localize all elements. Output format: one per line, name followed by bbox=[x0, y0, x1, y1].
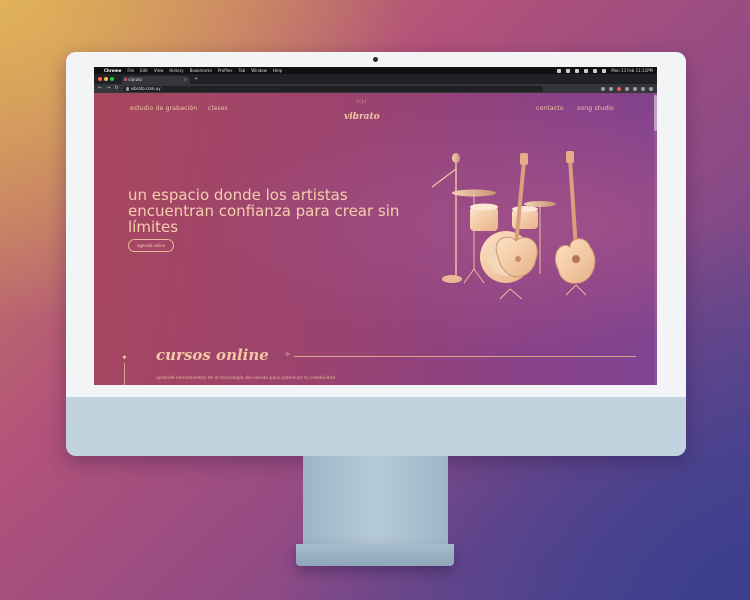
battery-icon[interactable] bbox=[575, 68, 580, 73]
puzzle-icon[interactable] bbox=[633, 86, 637, 91]
address-bar[interactable]: vibrato.com.uy bbox=[122, 85, 543, 92]
vertical-divider bbox=[124, 363, 125, 385]
close-tab-icon[interactable]: × bbox=[184, 76, 187, 84]
screen: Chrome File Edit View History Bookmarks … bbox=[94, 67, 657, 385]
nav-link-studio[interactable]: estudio de grabación bbox=[130, 105, 197, 112]
window-controls bbox=[98, 77, 114, 81]
extension-icon[interactable] bbox=[601, 86, 605, 91]
menu-file[interactable]: File bbox=[127, 67, 134, 74]
status-icon[interactable] bbox=[566, 68, 571, 73]
minimize-window-icon[interactable] bbox=[104, 77, 108, 81]
menu-tab[interactable]: Tab bbox=[238, 67, 245, 74]
menubar-app-name[interactable]: Chrome bbox=[104, 67, 121, 74]
search-icon[interactable] bbox=[593, 68, 598, 73]
section-divider bbox=[294, 356, 636, 357]
menu-profiles[interactable]: Profiles bbox=[218, 67, 233, 74]
hero-title: un espacio donde los artistas encuentran… bbox=[128, 186, 400, 236]
lock-icon[interactable] bbox=[125, 86, 129, 91]
instruments-illustration bbox=[431, 151, 596, 300]
browser-tabbar: vibrato × + bbox=[94, 74, 657, 84]
menu-window[interactable]: Window bbox=[251, 67, 267, 74]
menu-help[interactable]: Help bbox=[273, 67, 282, 74]
zoom-window-icon[interactable] bbox=[110, 77, 114, 81]
menu-bookmarks[interactable]: Bookmarks bbox=[190, 67, 212, 74]
nav-link-contact[interactable]: contacto bbox=[536, 105, 564, 112]
page-scrollbar[interactable] bbox=[654, 93, 657, 385]
menu-view[interactable]: View bbox=[154, 67, 164, 74]
close-window-icon[interactable] bbox=[98, 77, 102, 81]
imac-bezel: Chrome File Edit View History Bookmarks … bbox=[66, 52, 686, 397]
tab-title: vibrato bbox=[128, 77, 143, 82]
profile-avatar[interactable] bbox=[641, 86, 645, 91]
new-tab-button[interactable]: + bbox=[194, 76, 198, 82]
control-center-icon[interactable] bbox=[602, 68, 607, 73]
extensions-area bbox=[601, 86, 653, 91]
website-page: estudio de grabación clases contacto son… bbox=[94, 93, 657, 385]
status-area: Mon 13 Feb 11:11PM bbox=[557, 67, 653, 74]
sparkle-icon: ✦ bbox=[121, 353, 128, 362]
section-title-online-courses: cursos online bbox=[156, 346, 269, 364]
extension-icon[interactable] bbox=[617, 86, 621, 91]
extension-icon[interactable] bbox=[625, 86, 629, 91]
forward-button[interactable]: → bbox=[106, 84, 110, 93]
logo-waves: (((( bbox=[356, 99, 367, 104]
book-online-button[interactable]: agendá online bbox=[128, 239, 175, 252]
macos-menubar: Chrome File Edit View History Bookmarks … bbox=[94, 67, 657, 74]
back-button[interactable]: ← bbox=[98, 84, 102, 93]
logo-text: vibrato bbox=[344, 112, 380, 122]
section-subtitle: aprendé herramientas de la tecnología de… bbox=[156, 376, 336, 381]
address-bar-url: vibrato.com.uy bbox=[130, 85, 161, 91]
scrollbar-thumb[interactable] bbox=[654, 95, 657, 131]
camera-dot bbox=[373, 57, 378, 62]
sparkle-icon: ✧ bbox=[284, 350, 291, 359]
browser-tab[interactable]: vibrato × bbox=[122, 76, 190, 84]
reload-button[interactable]: ↻ bbox=[114, 84, 118, 93]
favicon-icon bbox=[124, 78, 127, 81]
menu-edit[interactable]: Edit bbox=[140, 67, 148, 74]
status-icon[interactable] bbox=[557, 68, 562, 73]
kebab-menu-icon[interactable] bbox=[649, 86, 653, 91]
imac-body: Chrome File Edit View History Bookmarks … bbox=[66, 52, 686, 456]
nav-link-classes[interactable]: clases bbox=[208, 105, 228, 112]
extension-icon[interactable] bbox=[609, 86, 613, 91]
site-logo[interactable]: (((( vibrato bbox=[344, 99, 380, 123]
browser-toolbar: ← → ↻ vibrato.com.uy bbox=[94, 84, 657, 93]
wifi-icon[interactable] bbox=[584, 68, 589, 73]
menu-history[interactable]: History bbox=[169, 67, 183, 74]
nav-link-song-studio[interactable]: song studio bbox=[577, 105, 614, 112]
menubar-clock[interactable]: Mon 13 Feb 11:11PM bbox=[611, 67, 653, 74]
imac-stand bbox=[303, 456, 448, 548]
imac-stand-foot bbox=[296, 544, 454, 566]
